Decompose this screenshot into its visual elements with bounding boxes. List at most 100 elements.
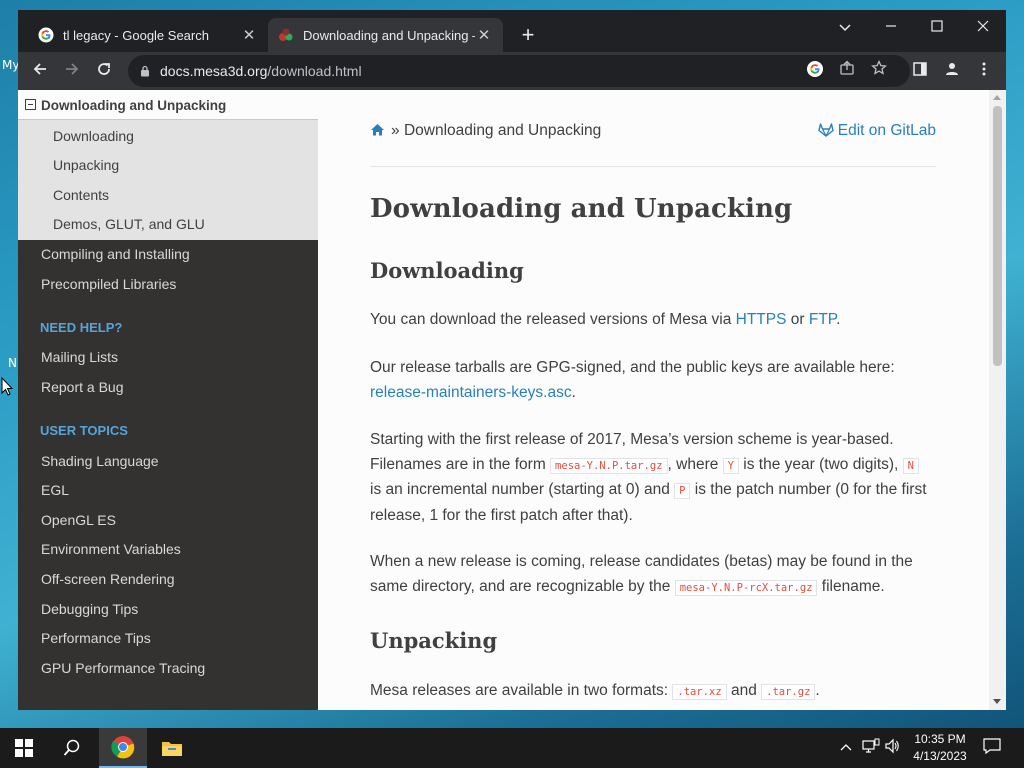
reload-button[interactable] [91, 58, 117, 84]
windows-logo-icon [15, 739, 33, 757]
docs-sidebar: Downloading and Unpacking Downloading Un… [18, 90, 318, 710]
sidebar-item-precompiled[interactable]: Precompiled Libraries [41, 276, 176, 292]
clock-time: 10:35 PM [914, 732, 966, 746]
scroll-down-arrow-icon[interactable] [993, 699, 1001, 704]
chrome-icon [111, 736, 135, 759]
sidebar-subitem-demos[interactable]: Demos, GLUT, and GLU [53, 216, 205, 232]
sidebar-item-compiling[interactable]: Compiling and Installing [41, 246, 190, 262]
new-tab-button[interactable]: + [518, 24, 538, 48]
folder-icon [162, 742, 182, 756]
close-tab-icon[interactable]: ✕ [240, 26, 258, 44]
search-icon [63, 739, 80, 756]
section-heading-downloading: Downloading [370, 258, 524, 283]
sidebar-item-shading-language[interactable]: Shading Language [41, 453, 159, 469]
start-button[interactable] [0, 728, 48, 768]
sidebar-item-mailing-lists[interactable]: Mailing Lists [41, 349, 118, 365]
inline-code: mesa-Y.N.P-rcX.tar.gz [674, 579, 818, 596]
scrollbar-thumb[interactable] [993, 106, 1002, 366]
volume-icon[interactable] [884, 738, 900, 757]
back-button[interactable] [27, 58, 53, 84]
sidebar-item-gpu-tracing[interactable]: GPU Performance Tracing [41, 660, 205, 676]
paragraph-gpg-keys: Our release tarballs are GPG-signed, and… [370, 359, 895, 401]
main-content: » Downloading and Unpacking Edit on GitL… [318, 90, 1006, 710]
close-window-button[interactable] [960, 14, 1006, 42]
sidebar-item-report-bug[interactable]: Report a Bug [41, 379, 124, 395]
sidebar-item-performance[interactable]: Performance Tips [41, 630, 151, 646]
google-lens-icon[interactable] [804, 60, 826, 82]
sidebar-item-egl[interactable]: EGL [41, 482, 69, 498]
breadcrumb-separator: » [391, 122, 400, 139]
clock-date: 4/13/2023 [913, 749, 967, 763]
sidebar-item-opengl-es[interactable]: OpenGL ES [41, 512, 116, 528]
close-tab-icon[interactable]: ✕ [475, 26, 493, 44]
mouse-cursor-icon [1, 376, 14, 402]
minimize-button[interactable] [868, 14, 914, 42]
profile-icon[interactable] [939, 58, 965, 84]
url-text[interactable]: docs.mesa3d.org/download.html [160, 63, 362, 79]
release-keys-link[interactable]: release-maintainers-keys.asc [370, 384, 572, 401]
sidebar-item-offscreen[interactable]: Off-screen Rendering [41, 571, 175, 587]
collapse-toggle-icon[interactable] [25, 99, 36, 110]
desktop-icon-label: My [2, 58, 20, 72]
maximize-button[interactable] [914, 14, 960, 42]
tab-title: tl legacy - Google Search [63, 27, 209, 43]
desktop-icon-label: N [8, 356, 17, 370]
inline-code: P [674, 483, 691, 499]
menu-kebab-icon[interactable] [971, 58, 997, 84]
notifications-icon[interactable] [983, 738, 1001, 757]
edit-on-gitlab-link[interactable]: Edit on GitLab [818, 122, 936, 140]
https-link[interactable]: HTTPS [736, 311, 787, 328]
breadcrumb: » Downloading and Unpacking [370, 122, 601, 140]
tab-google-search[interactable]: tl legacy - Google Search ✕ [28, 18, 268, 52]
browser-window: tl legacy - Google Search ✕ Downloading … [18, 10, 1006, 710]
mesa-favicon-icon [278, 27, 294, 43]
bookmark-star-icon[interactable] [868, 59, 890, 82]
inline-code: Y [722, 457, 739, 474]
edit-link-label: Edit on GitLab [837, 122, 936, 139]
share-icon[interactable] [836, 60, 858, 82]
breadcrumb-divider [370, 166, 936, 167]
paragraph-release-candidates: When a new release is coming, release ca… [370, 553, 913, 596]
sidebar-subitem-downloading[interactable]: Downloading [53, 128, 134, 144]
system-clock[interactable]: 10:35 PM 4/13/2023 [905, 731, 975, 765]
forward-button[interactable] [59, 58, 85, 84]
address-bar[interactable]: docs.mesa3d.org/download.html [128, 55, 910, 87]
paragraph-download-sources: You can download the released versions o… [370, 311, 841, 328]
browser-toolbar: docs.mesa3d.org/download.html [18, 52, 1006, 90]
gitlab-icon [818, 122, 834, 138]
scroll-up-arrow-icon[interactable] [993, 95, 1001, 100]
taskbar-chrome[interactable] [99, 728, 147, 768]
tab-search-chevron-icon[interactable] [822, 14, 868, 42]
network-icon[interactable] [862, 738, 880, 757]
lock-icon[interactable] [140, 64, 150, 77]
page-scrollbar[interactable] [989, 90, 1006, 710]
inline-code: N [902, 457, 919, 474]
sidebar-subitem-contents[interactable]: Contents [53, 187, 109, 203]
sidebar-caption-need-help: NEED HELP? [40, 320, 123, 335]
sidebar-current-section: Downloading and Unpacking Downloading Un… [18, 90, 318, 240]
inline-code: .tar.xz [672, 684, 727, 700]
home-icon[interactable] [370, 123, 385, 136]
paragraph-version-scheme: Starting with the first release of 2017,… [370, 431, 927, 524]
sidebar-caption-user-topics: USER TOPICS [40, 423, 128, 438]
paragraph-formats: Mesa releases are available in two forma… [370, 682, 820, 700]
windows-taskbar: 10:35 PM 4/13/2023 [0, 728, 1024, 768]
ftp-link[interactable]: FTP [809, 311, 836, 328]
sidebar-item-label: Downloading and Unpacking [41, 98, 227, 113]
sidebar-subitem-unpacking[interactable]: Unpacking [53, 157, 119, 173]
page-title: Downloading and Unpacking [370, 194, 793, 224]
sidebar-item-downloading-and-unpacking[interactable]: Downloading and Unpacking [18, 90, 318, 120]
show-hidden-icons-chevron[interactable] [840, 738, 852, 754]
inline-code: mesa-Y.N.P.tar.gz [550, 457, 668, 474]
sidebar-item-env-vars[interactable]: Environment Variables [41, 541, 181, 557]
inline-code: .tar.gz [761, 684, 816, 700]
sidebar-item-debugging[interactable]: Debugging Tips [41, 601, 138, 617]
section-heading-unpacking: Unpacking [370, 628, 498, 653]
taskbar-file-explorer[interactable] [148, 728, 196, 768]
tab-title: Downloading and Unpacking — [303, 27, 475, 43]
google-icon [38, 27, 54, 43]
tab-mesa-docs[interactable]: Downloading and Unpacking — ✕ [268, 18, 503, 52]
search-button[interactable] [48, 728, 96, 768]
side-panel-icon[interactable] [907, 58, 933, 84]
tab-strip: tl legacy - Google Search ✕ Downloading … [18, 10, 1006, 52]
